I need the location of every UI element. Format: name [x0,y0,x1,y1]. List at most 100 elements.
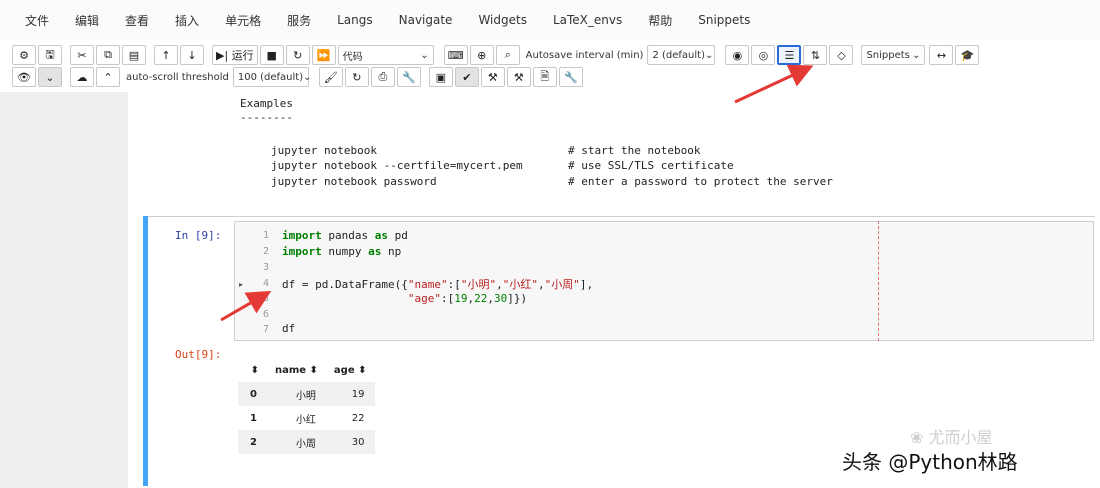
move-down-button[interactable]: ↓ [180,45,204,65]
table-row: 2 小周 30 [238,430,375,454]
menu-langs[interactable]: Langs [324,13,386,27]
help-comment-2: # use SSL/TLS certificate [568,159,734,172]
snippets-select[interactable]: Snippets ⌄ [861,45,926,65]
scissors-icon: ✂ [77,48,87,62]
restart-button[interactable]: ↻ [285,45,310,65]
display-button[interactable]: ▣ [428,67,453,87]
line-number: 1 [262,230,269,241]
refresh-icon: ↻ [352,70,362,84]
help-heading: Examples [240,97,293,110]
menu-latex-envs[interactable]: LaTeX_envs [540,13,635,27]
index-header: ⬍ [250,364,259,376]
cell-name: 小明 [295,390,316,402]
menu-insert[interactable]: 插入 [162,12,212,29]
help-cmd-1: jupyter notebook [271,144,377,157]
sort-button[interactable]: ⇅ [803,45,828,65]
check-button[interactable]: ✔ [454,67,479,87]
menu-snippets[interactable]: Snippets [685,13,763,27]
autosave-label: Autosave interval (min) [525,49,644,61]
autosave-select[interactable]: 2 (default) ⌄ [647,45,716,65]
nbextension-button-1[interactable]: ◉ [725,45,750,65]
wrench-button[interactable]: 🔧 [396,67,421,87]
eye-icon: 👁 [17,70,31,84]
watermark-text: ❀ 尤而小屋 [910,428,993,447]
fold-arrow-icon[interactable]: ▸ [239,280,243,289]
input-prompt: In [9]: [175,229,222,242]
interrupt-button[interactable]: ■ [259,45,284,65]
fast-forward-icon: ⏩ [316,48,331,62]
code-line-5: "age":[19,22,30]}) [407,292,528,305]
collapse-button[interactable]: ⌄ [38,67,62,87]
menu-kernel[interactable]: 服务 [274,12,324,29]
line-number: 7 [262,324,269,335]
diamond-button[interactable]: ◇ [829,45,854,65]
graduation-cap-button[interactable]: 🎓 [955,45,980,65]
toolbar-row-2: 👁 ⌄ ☁ ⌃ auto-scroll threshold 100 (defau… [0,64,1100,90]
chevron-down-icon: ⌄ [704,49,714,61]
target-icon: ◉ [732,48,743,62]
document-button[interactable]: 🗎 [532,67,557,87]
autoscroll-label: auto-scroll threshold [126,71,229,83]
cell-type-select[interactable]: 代码 ⌄ [337,45,434,65]
menu-cell[interactable]: 单元格 [212,12,274,29]
zoom-in-button[interactable]: ⊕ [469,45,494,65]
code-line-4: df = pd.DataFrame({"name":["小明","小红","小周… [282,278,594,291]
expand-button[interactable]: ↔ [929,45,954,65]
paste-icon: ▤ [128,48,140,62]
cloud-button[interactable]: ☁ [70,67,94,87]
cell-name: 小周 [295,438,316,450]
line-number: 5 [262,293,269,304]
run-label: 运行 [231,49,254,62]
line-length-ruler [878,221,879,341]
scroll-up-button[interactable]: ⌃ [96,67,120,87]
diamond-icon: ◇ [837,48,846,62]
tool-button-2[interactable]: ⚒ [506,67,531,87]
printer-icon: ⎙ [378,70,388,83]
settings-wrench-button[interactable]: 🔧 [558,67,583,87]
refresh-button[interactable]: ↻ [344,67,369,87]
search-button[interactable]: ⌕ [495,45,520,65]
menu-help[interactable]: 帮助 [635,12,685,29]
autoscroll-select[interactable]: 100 (default) ⌄ [232,67,312,87]
menu-bar: 文件 编辑 查看 插入 单元格 服务 Langs Navigate Widget… [0,0,1100,40]
run-button[interactable]: ▶| 运行 [212,45,258,65]
brush-icon: 🖌 [323,70,338,84]
table-of-contents-button[interactable]: ☰ [777,45,802,65]
settings-button[interactable]: ⚙ [12,45,36,65]
document-icon: 🗎 [540,69,550,83]
stop-icon: ■ [266,48,277,62]
print-button[interactable]: ⎙ [370,67,395,87]
zoom-in-icon: ⊕ [477,48,487,62]
menu-widgets[interactable]: Widgets [465,13,540,27]
code-line-1: import pandas as pd [282,229,408,242]
copy-button[interactable]: ⧉ [96,45,120,65]
save-button[interactable]: 🖫 [38,45,62,65]
visibility-button[interactable]: 👁 [12,67,36,87]
chevron-down-icon: ⌄ [420,49,429,61]
keyboard-button[interactable]: ⌨ [443,45,468,65]
table-header-row: ⬍ name ⬍ age ⬍ [238,358,375,382]
snippets-value: Snippets [866,49,910,61]
line-number: 4 [262,278,269,289]
cell-age: 22 [351,412,365,424]
dataframe-table: ⬍ name ⬍ age ⬍ 0 小明 19 1 小红 22 2 小周 30 [238,358,375,454]
autoscroll-value: 100 (default) [237,71,304,83]
help-cmd-2: jupyter notebook --certfile=mycert.pem [271,159,523,172]
menu-view[interactable]: 查看 [112,12,162,29]
paste-button[interactable]: ▤ [122,45,146,65]
graduation-cap-icon: 🎓 [960,48,975,62]
tool-button-1[interactable]: ⚒ [480,67,505,87]
menu-navigate[interactable]: Navigate [386,13,466,27]
restart-run-all-button[interactable]: ⏩ [311,45,336,65]
column-header-name: name ⬍ [274,364,318,376]
row-index: 0 [250,388,257,400]
arrow-up-icon: ↑ [161,48,171,62]
move-up-button[interactable]: ↑ [154,45,178,65]
menu-edit[interactable]: 编辑 [62,12,112,29]
search-icon: ⌕ [504,48,511,61]
menu-file[interactable]: 文件 [0,12,62,29]
brush-button[interactable]: 🖌 [318,67,343,87]
cut-button[interactable]: ✂ [70,45,94,65]
nbextension-button-2[interactable]: ◎ [751,45,776,65]
line-number: 3 [262,262,269,273]
